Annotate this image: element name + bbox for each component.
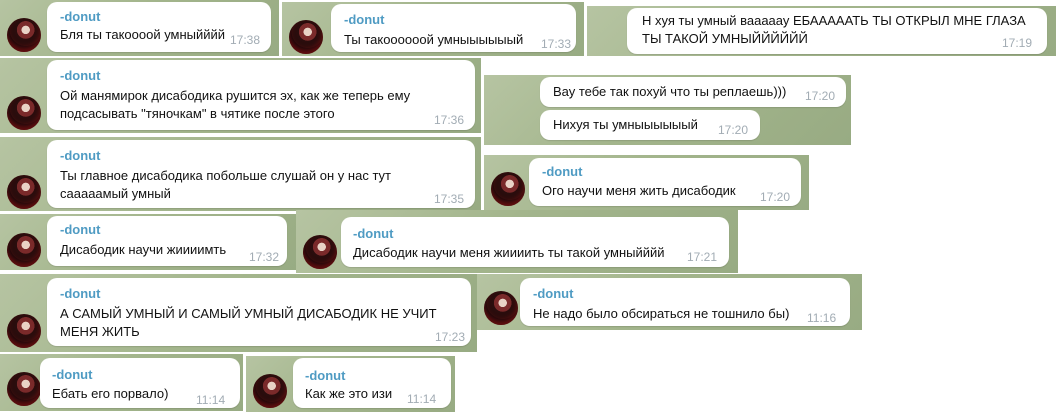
avatar[interactable] [7,372,41,406]
screenshot-crop: -donut Ого научи меня жить дисабодик 17:… [484,155,809,210]
screenshot-crop: -donut Бля ты такоооой умныйййй 17:38 [0,0,279,56]
message-text: Бля ты такоооой умныйййй [60,27,226,42]
sender-name[interactable]: -donut [353,226,393,241]
avatar[interactable] [7,175,41,209]
avatar[interactable] [303,235,337,269]
screenshot-crop: -donut А САМЫЙ УМНЫЙ И САМЫЙ УМНЫЙ ДИСАБ… [0,274,477,352]
message-time: 17:23 [435,330,466,344]
message-time: 17:36 [434,113,465,127]
sender-name[interactable]: -donut [60,9,100,24]
sender-name[interactable]: -donut [542,164,582,179]
message-bubble[interactable]: -donut Ты такоооооой умныыыыыый 17:33 [331,4,576,52]
message-text: Ой манямирок дисабодика рушится эх, как … [60,88,411,121]
message-text: Н хуя ты умный вааааау ЕБАААААТЬ ТЫ ОТКР… [642,13,1026,46]
screenshot-crop: -donut Дисабодик научи меня жиииить ты т… [296,210,738,273]
screenshot-crop: -donut Дисабодик научи жиииимть 17:32 [0,214,296,270]
screenshot-crop: Н хуя ты умный вааааау ЕБАААААТЬ ТЫ ОТКР… [587,6,1056,56]
avatar[interactable] [484,291,518,325]
screenshot-crop: -donut Как же это изи 11:14 [246,356,455,412]
sender-name[interactable]: -donut [60,222,100,237]
message-bubble[interactable]: -donut Ты главное дисабодика побольше сл… [47,140,475,208]
avatar[interactable] [253,374,287,408]
message-bubble[interactable]: -donut Ой манямирок дисабодика рушится э… [47,60,475,130]
message-text: Дисабодик научи меня жиииить ты такой ум… [353,245,665,260]
sender-name[interactable]: -donut [344,12,384,27]
message-text: Не надо было обсираться не тошнило бы) [533,306,790,321]
screenshot-crop: Вау тебе так похуй что ты реплаешь))) 17… [484,75,851,145]
message-bubble[interactable]: -donut Бля ты такоооой умныйййй 17:38 [47,2,271,52]
message-time: 17:38 [230,33,261,47]
sender-name[interactable]: -donut [60,68,100,83]
sender-name[interactable]: -donut [60,148,100,163]
avatar[interactable] [7,233,41,267]
message-time: 17:19 [1002,36,1033,50]
message-time: 17:32 [249,250,280,264]
avatar[interactable] [7,96,41,130]
message-text: Ебать его порвало) [52,386,169,401]
message-bubble[interactable]: -donut Дисабодик научи жиииимть 17:32 [47,216,287,266]
message-text: Нихуя ты умныыыыыый [553,117,698,132]
sender-name[interactable]: -donut [60,286,100,301]
screenshot-crop: -donut Ты такоооооой умныыыыыый 17:33 [282,2,584,56]
avatar[interactable] [289,20,323,54]
message-bubble[interactable]: Вау тебе так похуй что ты реплаешь))) 17… [540,77,846,107]
avatar[interactable] [7,314,41,348]
message-time: 17:33 [541,37,572,51]
message-time: 11:14 [407,392,437,406]
sender-name[interactable]: -donut [305,368,345,383]
message-text: Ого научи меня жить дисабодик [542,183,736,198]
message-bubble[interactable]: Нихуя ты умныыыыыый 17:20 [540,110,760,140]
message-text: Ты такоооооой умныыыыыый [344,32,524,47]
message-text: Вау тебе так похуй что ты реплаешь))) [553,84,787,99]
message-time: 17:20 [718,123,749,137]
message-text: Ты главное дисабодика побольше слушай он… [60,168,391,201]
avatar[interactable] [491,172,525,206]
message-time: 17:21 [687,250,718,264]
screenshot-crop: -donut Не надо было обсираться не тошнил… [477,274,862,330]
message-text: Как же это изи [305,386,393,401]
sender-name[interactable]: -donut [533,286,573,301]
message-time: 11:16 [807,311,837,325]
screenshot-crop: -donut Ебать его порвало) 11:14 [0,354,243,411]
avatar[interactable] [7,18,41,52]
message-bubble[interactable]: Н хуя ты умный вааааау ЕБАААААТЬ ТЫ ОТКР… [627,8,1047,54]
message-time: 11:14 [196,393,226,407]
message-time: 17:20 [805,89,836,103]
screenshot-crop: -donut Ой манямирок дисабодика рушится э… [0,58,481,133]
message-bubble[interactable]: -donut Как же это изи 11:14 [293,358,451,408]
screenshot-crop: -donut Ты главное дисабодика побольше сл… [0,137,481,211]
sender-name[interactable]: -donut [52,367,92,382]
message-bubble[interactable]: -donut Ебать его порвало) 11:14 [40,358,240,408]
message-bubble[interactable]: -donut А САМЫЙ УМНЫЙ И САМЫЙ УМНЫЙ ДИСАБ… [47,278,471,346]
message-time: 17:20 [760,190,791,204]
message-time: 17:35 [434,192,465,206]
message-bubble[interactable]: -donut Ого научи меня жить дисабодик 17:… [529,158,801,206]
message-text: Дисабодик научи жиииимть [60,242,227,257]
message-bubble[interactable]: -donut Не надо было обсираться не тошнил… [520,278,850,326]
message-bubble[interactable]: -donut Дисабодик научи меня жиииить ты т… [341,217,729,267]
message-text: А САМЫЙ УМНЫЙ И САМЫЙ УМНЫЙ ДИСАБОДИК НЕ… [60,306,437,339]
